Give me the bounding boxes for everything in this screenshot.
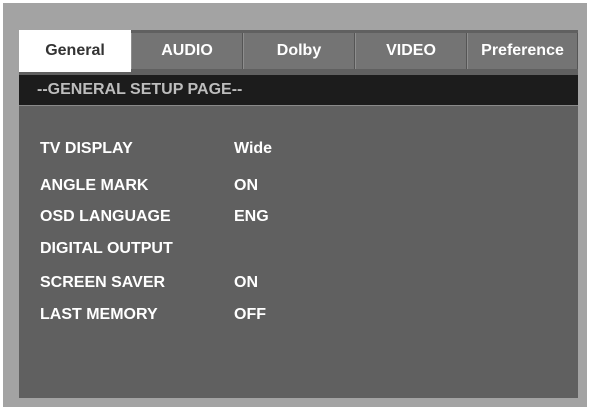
- osd-frame: General AUDIO Dolby VIDEO Preference --G…: [3, 3, 587, 407]
- setting-value: ENG: [234, 208, 269, 225]
- setting-row-osd-language[interactable]: OSD LANGUAGE ENG: [19, 205, 578, 229]
- setting-row-angle-mark[interactable]: ANGLE MARK ON: [19, 174, 578, 198]
- setting-label: TV DISPLAY: [40, 140, 133, 157]
- setting-label: SCREEN SAVER: [40, 274, 166, 291]
- setting-row-last-memory[interactable]: LAST MEMORY OFF: [19, 303, 578, 327]
- setting-row-screen-saver[interactable]: SCREEN SAVER ON: [19, 271, 578, 295]
- setting-value: OFF: [234, 306, 266, 323]
- setting-row-tv-display[interactable]: TV DISPLAY Wide: [19, 137, 578, 161]
- setup-menu-screen: General AUDIO Dolby VIDEO Preference --G…: [19, 30, 578, 398]
- setting-label: LAST MEMORY: [40, 306, 158, 323]
- setting-value: ON: [234, 274, 258, 291]
- setting-label: OSD LANGUAGE: [40, 208, 171, 225]
- setting-value: ON: [234, 177, 258, 194]
- setting-label: ANGLE MARK: [40, 177, 149, 194]
- setting-value: Wide: [234, 140, 273, 157]
- setting-label: DIGITAL OUTPUT: [40, 240, 173, 257]
- settings-list: TV DISPLAY Wide ANGLE MARK ON OSD LANGUA…: [19, 30, 578, 398]
- setting-row-digital-output[interactable]: DIGITAL OUTPUT: [19, 237, 578, 261]
